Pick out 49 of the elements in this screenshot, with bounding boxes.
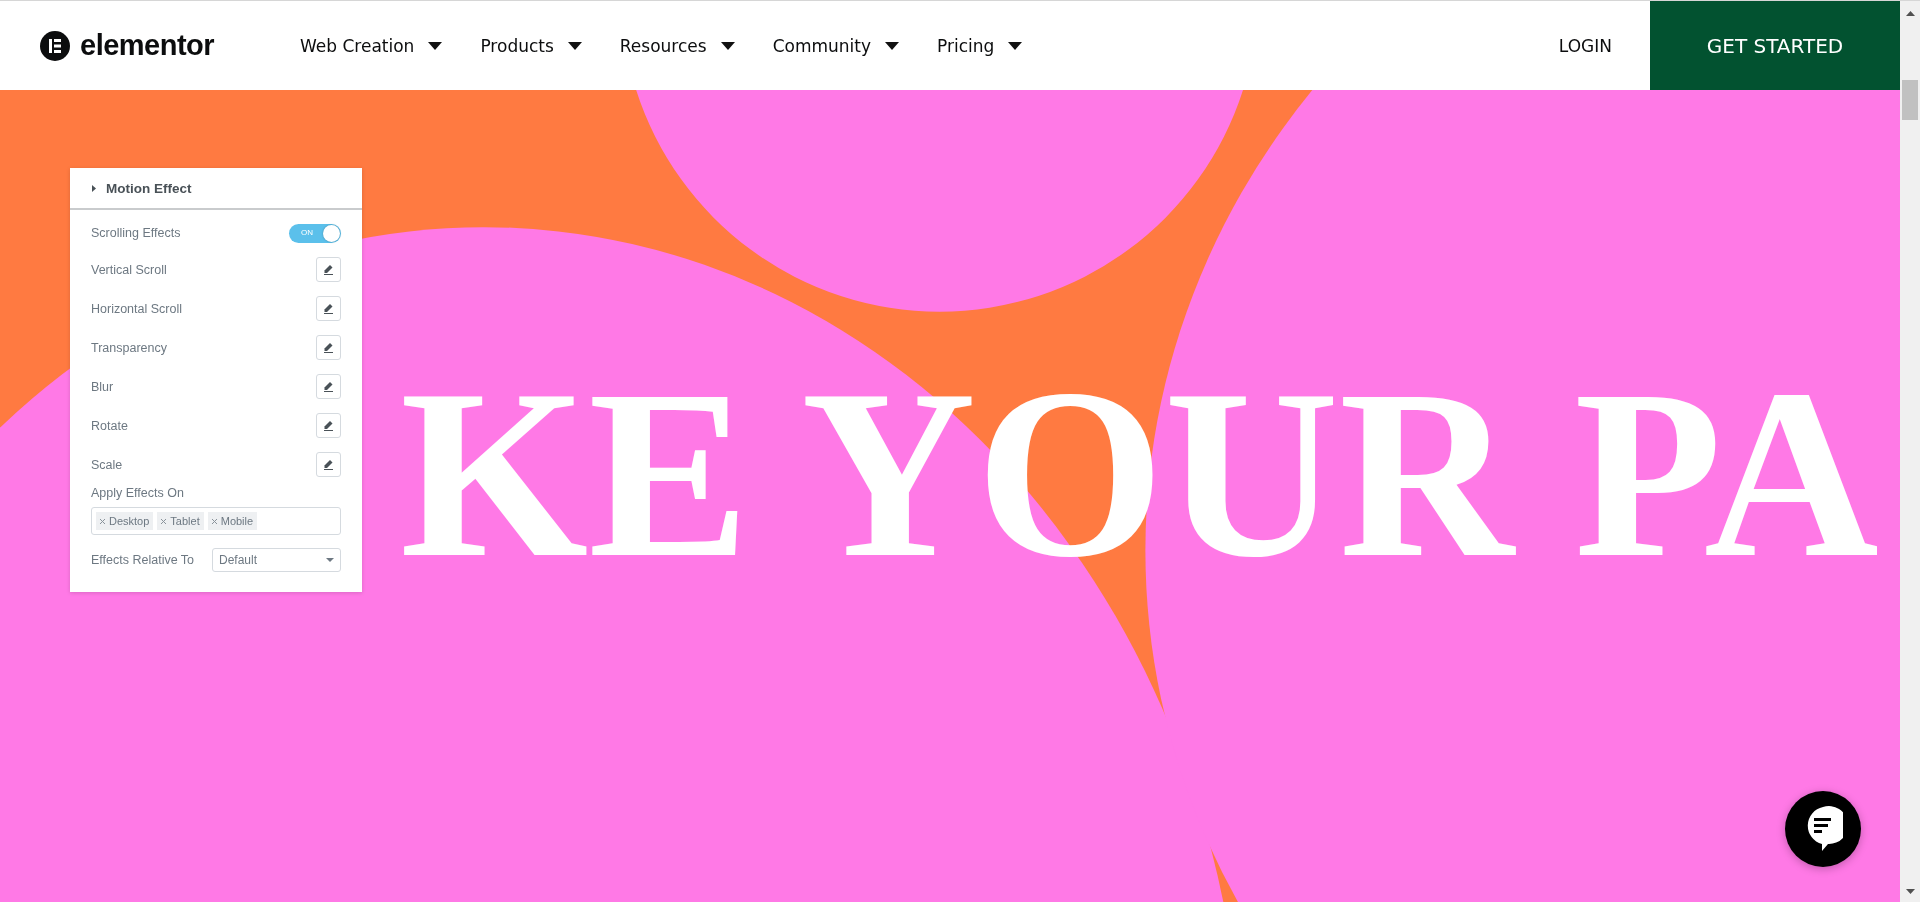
get-started-button[interactable]: GET STARTED (1650, 1, 1900, 90)
logo-text: elementor (80, 29, 215, 62)
edit-button[interactable] (316, 257, 341, 282)
setting-label: Horizontal Scroll (91, 301, 182, 316)
tag-chip[interactable]: Tablet (157, 512, 204, 530)
logo-icon (40, 30, 70, 61)
nav-menu-item[interactable]: Pricing (937, 35, 1023, 56)
setting-label: Transparency (91, 340, 167, 355)
edit-button[interactable] (316, 452, 341, 477)
field-label: Effects Relative To (91, 553, 195, 567)
setting-label: Blur (91, 379, 114, 394)
pencil-icon (323, 381, 334, 392)
tags-field[interactable]: Desktop Tablet Mobile (91, 507, 341, 535)
edit-button[interactable] (316, 296, 341, 321)
edit-button[interactable] (316, 335, 341, 360)
scroll-down-icon[interactable] (1905, 889, 1915, 894)
field-label: Apply Effects On (91, 486, 185, 500)
remove-icon[interactable] (100, 518, 105, 524)
remove-icon[interactable] (211, 518, 217, 524)
caret-icon (567, 41, 582, 50)
pencil-icon (323, 420, 334, 431)
caret-icon (885, 41, 900, 50)
edit-button[interactable] (316, 413, 341, 438)
setting-label: Vertical Scroll (91, 262, 167, 277)
setting-label: Scrolling Effects (91, 226, 181, 240)
caret-icon (720, 41, 735, 50)
nav-menu-item[interactable]: Community (772, 35, 900, 56)
pencil-icon (323, 264, 334, 275)
nav-menu-item[interactable]: Products (480, 35, 582, 56)
scrollbar-thumb[interactable] (1902, 80, 1918, 120)
nav-menu-item[interactable]: Web Creation (300, 35, 443, 56)
caret-icon (1008, 41, 1023, 50)
setting-label: Rotate (91, 418, 128, 433)
login-link[interactable]: LOGIN (1558, 35, 1612, 56)
caret-icon (428, 41, 443, 50)
caret-icon (326, 558, 334, 562)
nav-menu-item[interactable]: Resources (619, 35, 735, 56)
pencil-icon (323, 342, 334, 353)
caret-icon (92, 184, 96, 192)
scroll-up-icon[interactable] (1905, 11, 1915, 16)
pencil-icon (323, 303, 334, 314)
pencil-icon (323, 459, 334, 470)
select-field[interactable]: Default (212, 548, 341, 572)
remove-icon[interactable] (161, 518, 167, 524)
edit-button[interactable] (316, 374, 341, 399)
setting-label: Scale (91, 457, 123, 472)
panel-title: Motion Effect (106, 180, 192, 196)
tag-chip[interactable]: Desktop (96, 512, 154, 530)
tag-chip[interactable]: Mobile (207, 512, 258, 530)
